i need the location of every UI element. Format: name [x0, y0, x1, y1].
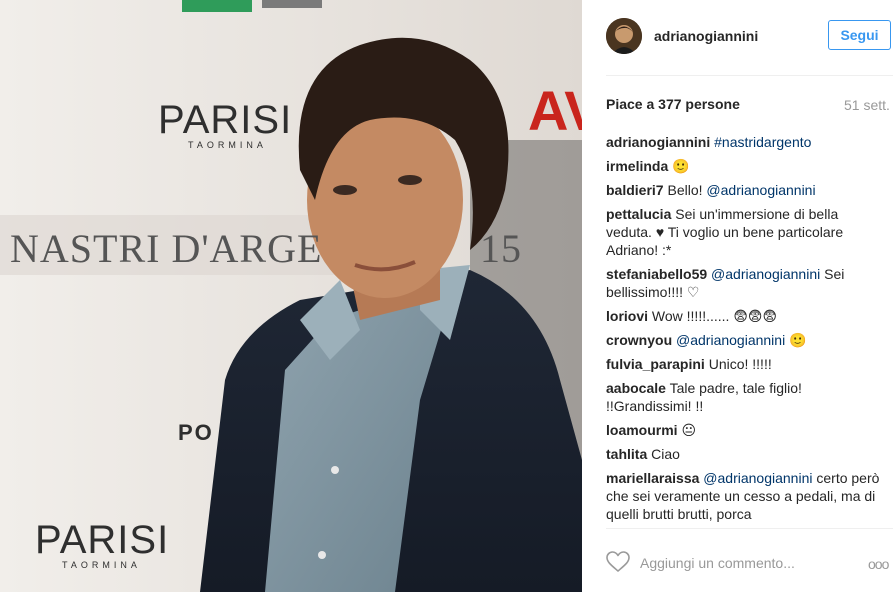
comment-mention[interactable]: @adrianogiannini [711, 266, 820, 282]
list-item: pettalucia Sei un'immersione di bella ve… [606, 205, 886, 259]
add-comment-input[interactable] [640, 554, 830, 572]
comment-list: adrianogiannini #nastridargento irmelind… [606, 133, 886, 528]
list-item: loamourmi 😐 [606, 421, 886, 439]
post-time[interactable]: 51 sett. [844, 97, 890, 113]
backdrop-nastri-text: NASTRI D'ARGE [10, 226, 323, 271]
comment-username[interactable]: adrianogiannini [606, 134, 710, 150]
list-item: loriovi Wow !!!!!...... 😨😨😨 [606, 307, 886, 325]
list-item: irmelinda 🙂 [606, 157, 886, 175]
list-item: mariellaraissa @adrianogiannini certo pe… [606, 469, 886, 523]
sponsor-logo-po: PO [178, 420, 214, 445]
post-photo[interactable]: PARISI TAORMINA NASTRI D'ARGE 15 AV PARI… [0, 0, 582, 592]
comment-text: 🙂 [785, 332, 807, 348]
comment-text: Ciao [651, 446, 680, 462]
footer-divider [606, 528, 893, 529]
list-item: aabocale Tale padre, tale figlio! !!Gran… [606, 379, 886, 415]
comment-text: Wow !!!!!...... 😨😨😨 [651, 308, 778, 324]
comment-username[interactable]: irmelinda [606, 158, 668, 174]
comment-text: Bello! [667, 182, 707, 198]
comment-username[interactable]: tahlita [606, 446, 647, 462]
comment-text: Unico! !!!!! [708, 356, 772, 372]
comment-text: 🙂 [672, 158, 690, 174]
comment-username[interactable]: aabocale [606, 380, 666, 396]
comment-hashtag[interactable]: #nastridargento [714, 134, 811, 150]
comment-mention[interactable]: @adrianogiannini [703, 470, 812, 486]
likes-count[interactable]: Piace a 377 persone [606, 96, 740, 112]
comment-username[interactable]: mariellaraissa [606, 470, 699, 486]
comment-username[interactable]: pettalucia [606, 206, 671, 222]
sponsor-logo-taormina-2: TAORMINA [62, 560, 141, 570]
username-link[interactable]: adrianogiannini [654, 28, 758, 44]
photo-illustration [0, 0, 582, 592]
post-header: adrianogiannini Segui [582, 0, 893, 74]
comment-mention[interactable]: @adrianogiannini [706, 182, 815, 198]
sponsor-logo-parisi: PARISI [158, 98, 293, 142]
avatar-image [606, 18, 642, 54]
sponsor-logo-av: AV [528, 79, 582, 142]
list-item: tahlita Ciao [606, 445, 886, 463]
list-item: adrianogiannini #nastridargento [606, 133, 886, 151]
list-item: fulvia_parapini Unico! !!!!! [606, 355, 886, 373]
comment-username[interactable]: crownyou [606, 332, 672, 348]
list-item: crownyou @adrianogiannini 🙂 [606, 331, 886, 349]
comment-username[interactable]: loriovi [606, 308, 648, 324]
sponsor-logo-taormina: TAORMINA [188, 140, 267, 150]
comment-username[interactable]: loamourmi [606, 422, 678, 438]
backdrop-year-text: 15 [480, 226, 522, 271]
follow-button[interactable]: Segui [828, 20, 891, 50]
list-item: baldieri7 Bello! @adrianogiannini [606, 181, 886, 199]
comment-username[interactable]: stefaniabello59 [606, 266, 707, 282]
comment-mention[interactable]: @adrianogiannini [676, 332, 785, 348]
list-item: stefaniabello59 @adrianogiannini Sei bel… [606, 265, 886, 301]
sponsor-logo-parisi-2: PARISI [35, 518, 170, 562]
comment-username[interactable]: baldieri7 [606, 182, 664, 198]
post-sidebar: adrianogiannini Segui Piace a 377 person… [582, 0, 893, 592]
comment-username[interactable]: fulvia_parapini [606, 356, 705, 372]
avatar[interactable] [606, 18, 642, 54]
header-divider [606, 75, 893, 76]
more-options-icon[interactable]: ooo [868, 556, 889, 572]
heart-icon[interactable] [606, 551, 630, 578]
comment-text: 😐 [681, 422, 697, 438]
